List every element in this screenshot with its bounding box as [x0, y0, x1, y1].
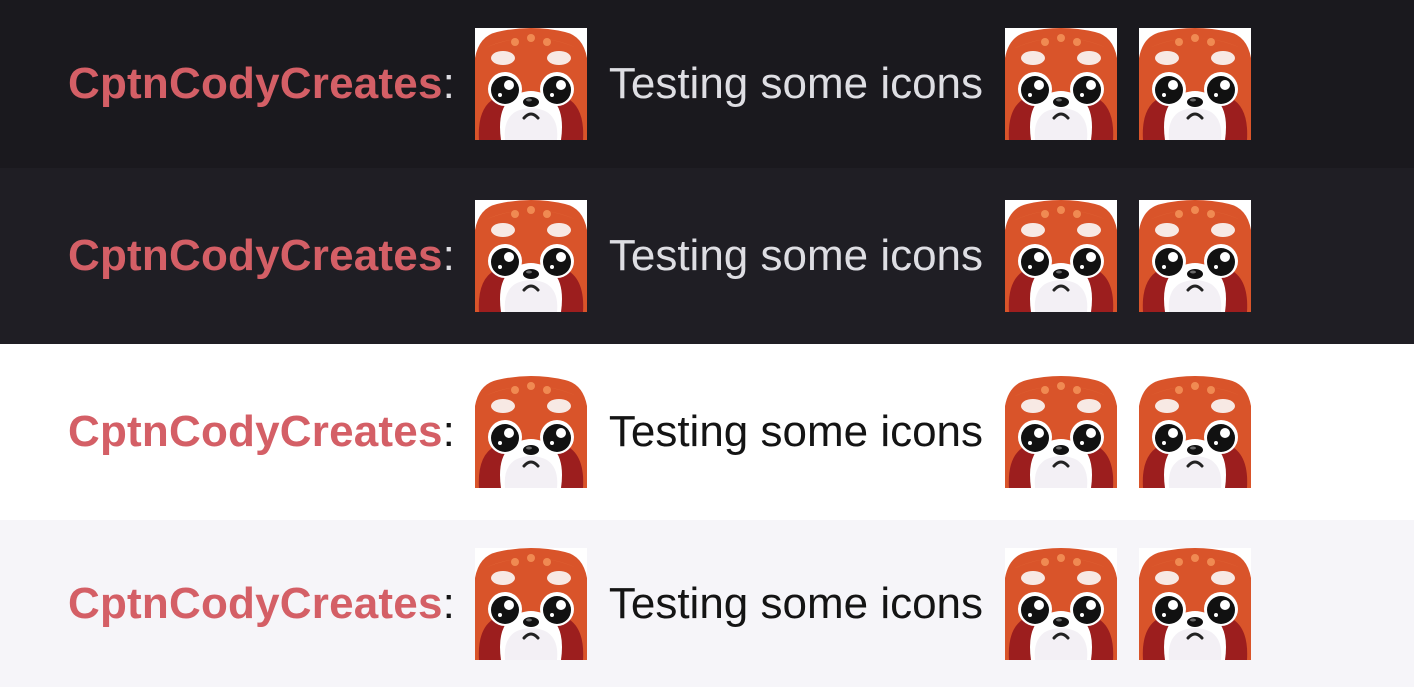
chat-row-light-1: CptnCodyCreates : Testing some icons — [0, 344, 1414, 520]
chat-separator: : — [442, 578, 455, 628]
chat-message-text: Testing some icons — [608, 231, 984, 280]
chat-message-text: Testing some icons — [608, 578, 984, 628]
red-panda-emote-icon — [1005, 548, 1117, 660]
chat-message: CptnCodyCreates : Testing some icons — [68, 28, 1251, 140]
red-panda-emote-icon — [1139, 200, 1251, 312]
red-panda-emote-icon — [1005, 28, 1117, 140]
chat-message-text: Testing some icons — [608, 59, 984, 108]
red-panda-emote-icon — [1139, 28, 1251, 140]
red-panda-emote-icon — [1139, 376, 1251, 488]
red-panda-emote-icon — [475, 376, 587, 488]
chat-separator: : — [442, 231, 455, 280]
chat-username[interactable]: CptnCodyCreates — [68, 410, 443, 454]
chat-separator: : — [442, 59, 455, 108]
chat-username[interactable]: CptnCodyCreates — [68, 234, 443, 278]
red-panda-emote-icon — [475, 28, 587, 140]
red-panda-emote-icon — [475, 548, 587, 660]
red-panda-emote-icon — [1139, 548, 1251, 660]
chat-separator: : — [442, 407, 455, 456]
red-panda-emote-icon — [475, 200, 587, 312]
chat-username[interactable]: CptnCodyCreates — [68, 581, 443, 626]
red-panda-emote-icon — [1005, 376, 1117, 488]
chat-message-text: Testing some icons — [608, 407, 984, 456]
red-panda-emote-icon — [1005, 200, 1117, 312]
chat-message: CptnCodyCreates : Testing some icons — [68, 548, 1251, 660]
chat-row-dark-2: CptnCodyCreates : Testing some icons — [0, 168, 1414, 344]
chat-username[interactable]: CptnCodyCreates — [68, 62, 443, 106]
chat-row-light-2: CptnCodyCreates : Testing some icons — [0, 520, 1414, 687]
chat-message: CptnCodyCreates : Testing some icons — [68, 200, 1251, 312]
chat-row-dark-1: CptnCodyCreates : Testing some icons — [0, 0, 1414, 168]
chat-message: CptnCodyCreates : Testing some icons — [68, 376, 1251, 488]
